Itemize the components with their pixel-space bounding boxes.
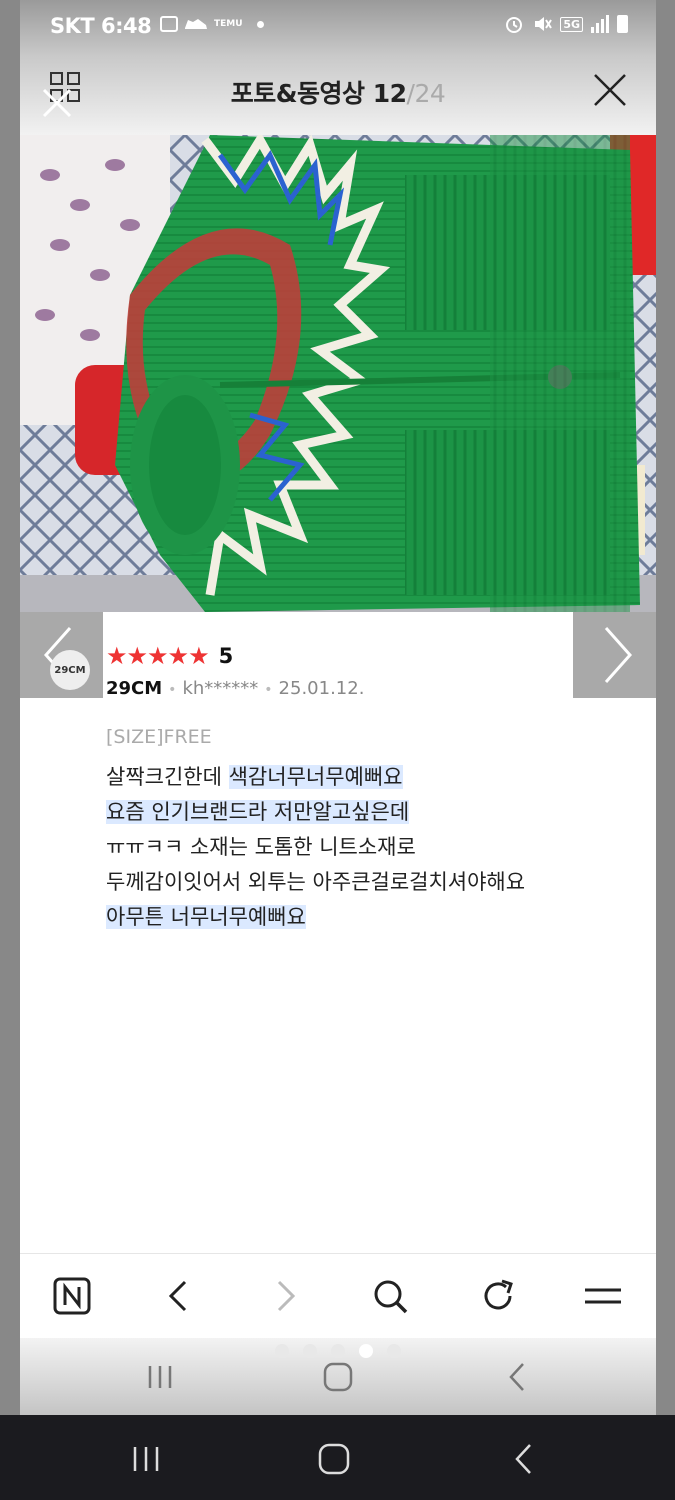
browser-toolbar xyxy=(20,1253,656,1338)
size-option: [SIZE]FREE xyxy=(106,726,212,748)
page-indicator xyxy=(20,1344,656,1358)
menu-icon[interactable] xyxy=(583,1276,623,1316)
review-line-text: ㅠㅠㅋㅋ 소재는 도톰한 니트소재로 xyxy=(106,835,416,859)
page-dot xyxy=(387,1344,401,1358)
home-icon[interactable] xyxy=(318,1360,358,1394)
chevron-right-icon xyxy=(604,627,633,683)
notification-dot-icon xyxy=(256,20,264,28)
review-line: 아무튼 너무너무예뻐요 xyxy=(106,900,525,935)
review-line-text: 살짝크긴한데 xyxy=(106,765,229,789)
review-line: 살짝크긴한데 색감너무너무예뻐요 xyxy=(106,760,525,795)
signal-icon xyxy=(591,15,609,33)
star-rating: ★ ★ ★ ★ ★ 5 xyxy=(106,644,233,668)
meta-separator: • xyxy=(168,682,177,698)
review-date: 25.01.12. xyxy=(278,678,365,699)
page-dot xyxy=(331,1344,345,1358)
review-viewer: SKT 6:48 TEMU 5G 포토&동영상 12/24 29CM ★ ★ ★… xyxy=(20,0,656,1415)
review-text: 살짝크긴한데 색감너무너무예뻐요 요즘 인기브랜드라 저만알고싶은데 ㅠㅠㅋㅋ … xyxy=(106,760,525,935)
back-nav-icon[interactable] xyxy=(498,1360,538,1394)
meta-separator: • xyxy=(264,682,273,698)
search-icon[interactable] xyxy=(370,1276,410,1316)
alarm-icon xyxy=(506,17,523,33)
recents-icon[interactable] xyxy=(140,1360,180,1394)
star-icon: ★ xyxy=(106,642,128,670)
star-icon: ★ xyxy=(147,642,169,670)
review-line: 두께감이잇어서 외투는 아주큰걸로걸치셔야해요 xyxy=(106,865,525,900)
star-icon: ★ xyxy=(167,642,190,670)
back-icon[interactable] xyxy=(502,1439,546,1479)
review-line-highlight: 색감너무너무예뻐요 xyxy=(228,765,403,789)
review-line: 요즘 인기브랜드라 저만알고싶은데 xyxy=(106,795,525,830)
star-icon: ★ xyxy=(126,642,149,670)
naver-home-icon[interactable] xyxy=(52,1276,92,1316)
page-dot xyxy=(275,1344,289,1358)
status-time: SKT 6:48 xyxy=(50,14,152,38)
battery-icon xyxy=(617,15,628,33)
page-dot-active xyxy=(359,1344,373,1358)
review-line: ㅠㅠㅋㅋ 소재는 도톰한 니트소재로 xyxy=(106,830,525,865)
refresh-icon[interactable] xyxy=(478,1276,518,1316)
screenshot-frame-left xyxy=(0,0,20,1415)
close-icon[interactable] xyxy=(592,72,628,108)
mute-icon xyxy=(535,17,553,31)
status-system-icons: 5G xyxy=(504,14,628,34)
star-icon: ★ xyxy=(188,642,210,670)
review-photo xyxy=(20,135,656,612)
screenshot-frame-right xyxy=(655,0,675,1415)
forward-icon[interactable] xyxy=(266,1276,306,1316)
viewer-header: 포토&동영상 12/24 xyxy=(20,56,656,135)
sneaker-icon xyxy=(185,19,207,29)
title-label: 포토&동영상 xyxy=(230,79,365,108)
brand-name: 29CM xyxy=(106,678,163,699)
5g-icon: 5G xyxy=(560,16,583,32)
home-icon[interactable] xyxy=(312,1439,356,1479)
rating-value: 5 xyxy=(218,644,234,668)
status-notification-icons: TEMU xyxy=(160,16,264,32)
system-navigation-bar xyxy=(0,1415,675,1500)
back-icon[interactable] xyxy=(158,1276,198,1316)
photo-total: 24 xyxy=(414,79,446,108)
gallery-icon xyxy=(160,16,178,32)
reviewer-id: kh****** xyxy=(182,678,259,699)
review-line-text: 두께감이잇어서 외투는 아주큰걸로걸치셔야해요 xyxy=(106,870,526,894)
review-line-highlight: 아무튼 너무너무예뻐요 xyxy=(106,905,306,929)
brand-logo: 29CM xyxy=(50,650,90,690)
review-line-highlight: 요즘 인기브랜드라 저만알고싶은데 xyxy=(106,800,410,824)
recents-icon[interactable] xyxy=(124,1439,168,1479)
review-info: 29CM • kh****** • 25.01.12. xyxy=(106,678,364,699)
next-photo-button[interactable] xyxy=(573,612,656,698)
status-bar: SKT 6:48 TEMU 5G xyxy=(20,0,656,56)
photo-index: 12 xyxy=(372,79,407,108)
page-dot xyxy=(303,1344,317,1358)
temu-icon: TEMU xyxy=(214,18,243,29)
page-title: 포토&동영상 12/24 xyxy=(20,74,656,110)
